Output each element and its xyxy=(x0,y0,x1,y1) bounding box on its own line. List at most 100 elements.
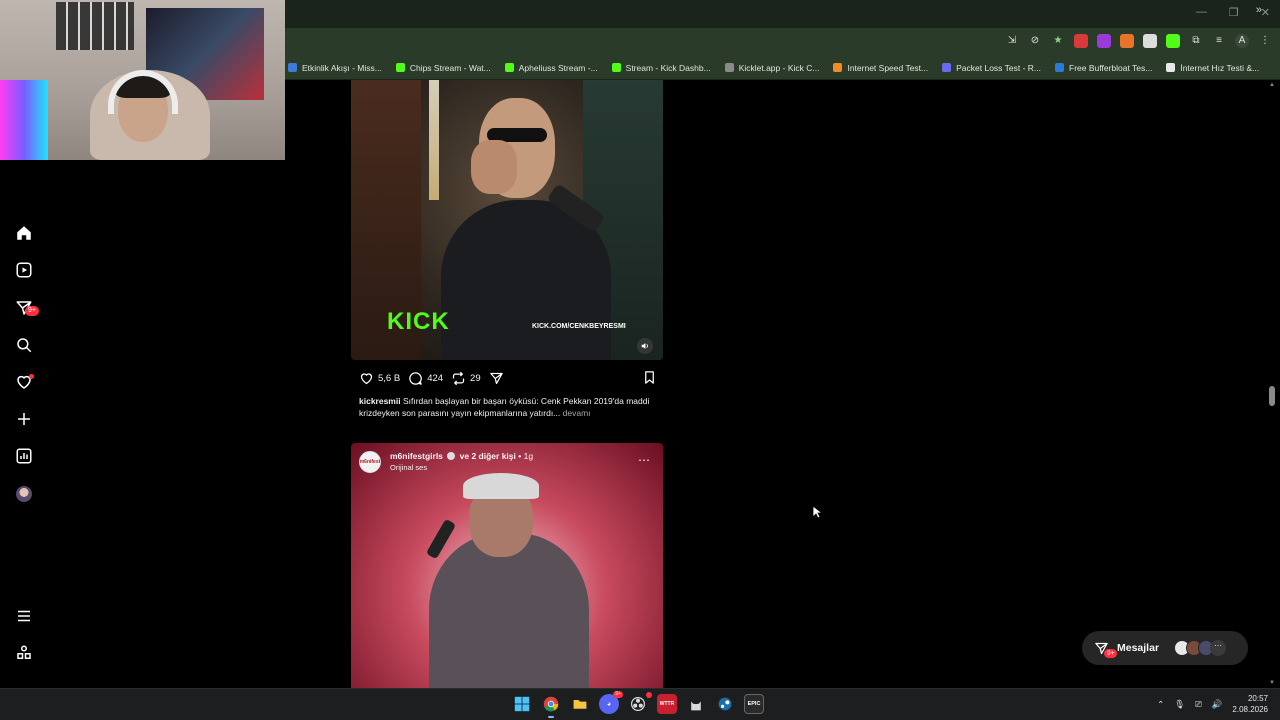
bookmark-item[interactable]: Etkinlik Akışı - Miss... xyxy=(288,63,382,73)
hamburger-menu-icon xyxy=(18,610,30,622)
nav-search[interactable] xyxy=(12,333,36,357)
bookmark-star-icon[interactable]: ★ xyxy=(1051,34,1065,48)
post-video-lamp xyxy=(429,80,439,200)
taskbar-steam[interactable] xyxy=(715,694,735,714)
post-caption: kickresmii Sıfırdan başlayan bir başarı … xyxy=(359,395,659,419)
tray-overflow-chevron-icon[interactable]: ⌃ xyxy=(1157,699,1164,710)
bookmark-item[interactable]: Free Bufferbloat Tes... xyxy=(1055,63,1152,73)
volume-icon[interactable]: 🔊 xyxy=(1212,699,1223,710)
post-actions: 5,6 B 424 29 xyxy=(359,369,657,387)
bookmark-label: Packet Loss Test - R... xyxy=(956,62,1042,73)
like-count: 5,6 B xyxy=(378,372,401,384)
like-button[interactable]: 5,6 B xyxy=(359,371,400,386)
taskbar-obs[interactable] xyxy=(628,692,652,714)
taskbar-discord[interactable]: ◕ 9+ xyxy=(599,691,623,714)
media-control-icon[interactable]: ≡ xyxy=(1212,34,1226,48)
nav-messages[interactable]: 9+ xyxy=(12,296,39,320)
bookmark-item[interactable]: İnternet Hız Testi &... xyxy=(1166,63,1259,73)
share-button[interactable] xyxy=(489,371,504,386)
bookmark-item[interactable]: Stream - Kick Dashb... xyxy=(611,62,711,73)
network-icon[interactable]: ⎚ xyxy=(1195,699,1202,710)
bookmark-item[interactable]: Apheliuss Stream -... xyxy=(504,62,598,73)
nav-home[interactable] xyxy=(12,221,36,245)
taskbar-clock[interactable]: 20:57 2.08.2026 xyxy=(1232,693,1268,715)
caption-text: Sıfırdan başlayan bir başarı öyküsü: Cen… xyxy=(359,396,650,418)
webcam-rgb-light xyxy=(0,80,48,160)
nav-create[interactable] xyxy=(12,407,36,431)
save-button[interactable] xyxy=(642,370,657,388)
bookmark-item[interactable]: Kicklet.app - Kick C... xyxy=(724,63,819,73)
post-video[interactable]: KICK KICK.COM/CENKBEYRESMI xyxy=(351,80,663,360)
insights-icon xyxy=(16,448,32,464)
bookmark-label: Chips Stream - Wat... xyxy=(409,62,491,73)
restore-icon[interactable]: ❐ xyxy=(1229,6,1239,19)
verified-badge-icon xyxy=(447,452,456,460)
caption-more-link[interactable]: devamı xyxy=(563,408,591,418)
active-app-indicator xyxy=(548,716,554,718)
messages-button[interactable]: 9+ Mesajlar ⋯ xyxy=(1082,631,1248,665)
extension-red-icon[interactable] xyxy=(1074,34,1088,48)
apps-grid-icon xyxy=(17,645,31,659)
menu-icon[interactable]: ⋮ xyxy=(1258,34,1272,48)
chrome-icon xyxy=(543,696,559,712)
hide-icon[interactable]: ⊘ xyxy=(1028,34,1042,48)
bookmark-label: Internet Speed Test... xyxy=(847,62,929,73)
start-button[interactable] xyxy=(512,694,532,714)
more-options-icon[interactable]: ⋯ xyxy=(638,453,651,467)
extension-icons: ⇲ ⊘ ★ ⧉ ≡ A ⋮ xyxy=(1005,34,1272,48)
post-coauthors[interactable]: ve 2 diğer kişi xyxy=(460,451,516,461)
install-app-icon[interactable]: ⇲ xyxy=(1005,34,1019,48)
bookmarks-overflow-button[interactable]: » xyxy=(1256,4,1262,16)
bookmark-item[interactable]: Chips Stream - Wat... xyxy=(395,62,491,73)
scrollbar-thumb[interactable] xyxy=(1269,386,1275,406)
taskbar-epic-games[interactable]: EPIC xyxy=(744,694,764,714)
post-time: 1g xyxy=(523,451,534,461)
system-tray: ⌃ 🎙 ⎚ 🔊 20:57 2.08.2026 xyxy=(1157,693,1268,715)
shield-icon[interactable] xyxy=(1143,34,1157,48)
close-icon[interactable]: ✕ xyxy=(1261,6,1270,19)
cat-icon xyxy=(691,701,701,711)
puzzle-icon[interactable]: ⧉ xyxy=(1189,34,1203,48)
clock-date: 2.08.2026 xyxy=(1232,705,1268,714)
extension-purple-icon[interactable] xyxy=(1097,34,1111,48)
bookmark-item[interactable]: Internet Speed Test... xyxy=(833,63,928,73)
bookmark-favicon-icon xyxy=(288,63,297,72)
taskbar-cat-app[interactable] xyxy=(686,694,706,714)
nav-reels[interactable] xyxy=(12,258,36,282)
nav-insights[interactable] xyxy=(12,444,36,468)
minimize-icon[interactable]: — xyxy=(1196,6,1207,19)
discord-icon: ◕ xyxy=(606,700,612,708)
nav-more[interactable] xyxy=(12,604,36,628)
volume-button[interactable] xyxy=(637,338,653,354)
post-author-avatar[interactable]: m6nifest xyxy=(359,451,381,473)
extension-orange-icon[interactable] xyxy=(1120,34,1134,48)
bookmark-item[interactable]: Packet Loss Test - R... xyxy=(942,63,1041,73)
post-video[interactable]: m6nifest m6nifestgirls ve 2 diğer kişi •… xyxy=(351,443,663,688)
profile-avatar[interactable]: A xyxy=(1235,34,1249,48)
steam-icon xyxy=(718,697,732,711)
post-audio-label[interactable]: Orijinal ses xyxy=(390,462,533,473)
bookmark-label: Apheliuss Stream -... xyxy=(518,62,598,73)
message-avatars: ⋯ xyxy=(1174,640,1226,656)
caption-username[interactable]: kickresmii xyxy=(359,396,401,406)
bookmark-label: Stream - Kick Dashb... xyxy=(625,62,711,73)
post-author-username[interactable]: m6nifestgirls xyxy=(390,451,443,461)
extension-green-icon[interactable] xyxy=(1166,34,1180,48)
repost-icon xyxy=(452,371,465,385)
microphone-icon[interactable]: 🎙 xyxy=(1174,699,1185,710)
page-scrollbar[interactable]: ▲ ▼ xyxy=(1266,80,1278,688)
nav-profile[interactable] xyxy=(12,482,36,506)
taskbar-chrome[interactable] xyxy=(541,694,561,718)
scroll-down-arrow-icon[interactable]: ▼ xyxy=(1269,680,1275,686)
comment-button[interactable]: 424 xyxy=(408,371,443,386)
repost-button[interactable]: 29 xyxy=(451,371,481,386)
bookmark-favicon-icon xyxy=(833,63,843,72)
comment-icon xyxy=(409,371,423,385)
taskbar-weather-app[interactable]: WTTR xyxy=(657,694,677,714)
scroll-up-arrow-icon[interactable]: ▲ xyxy=(1269,82,1275,88)
nav-notifications[interactable] xyxy=(12,370,36,394)
home-icon xyxy=(17,226,31,240)
taskbar-file-explorer[interactable] xyxy=(570,694,590,714)
nav-also-from-meta[interactable] xyxy=(12,641,36,665)
heart-icon xyxy=(360,372,373,384)
